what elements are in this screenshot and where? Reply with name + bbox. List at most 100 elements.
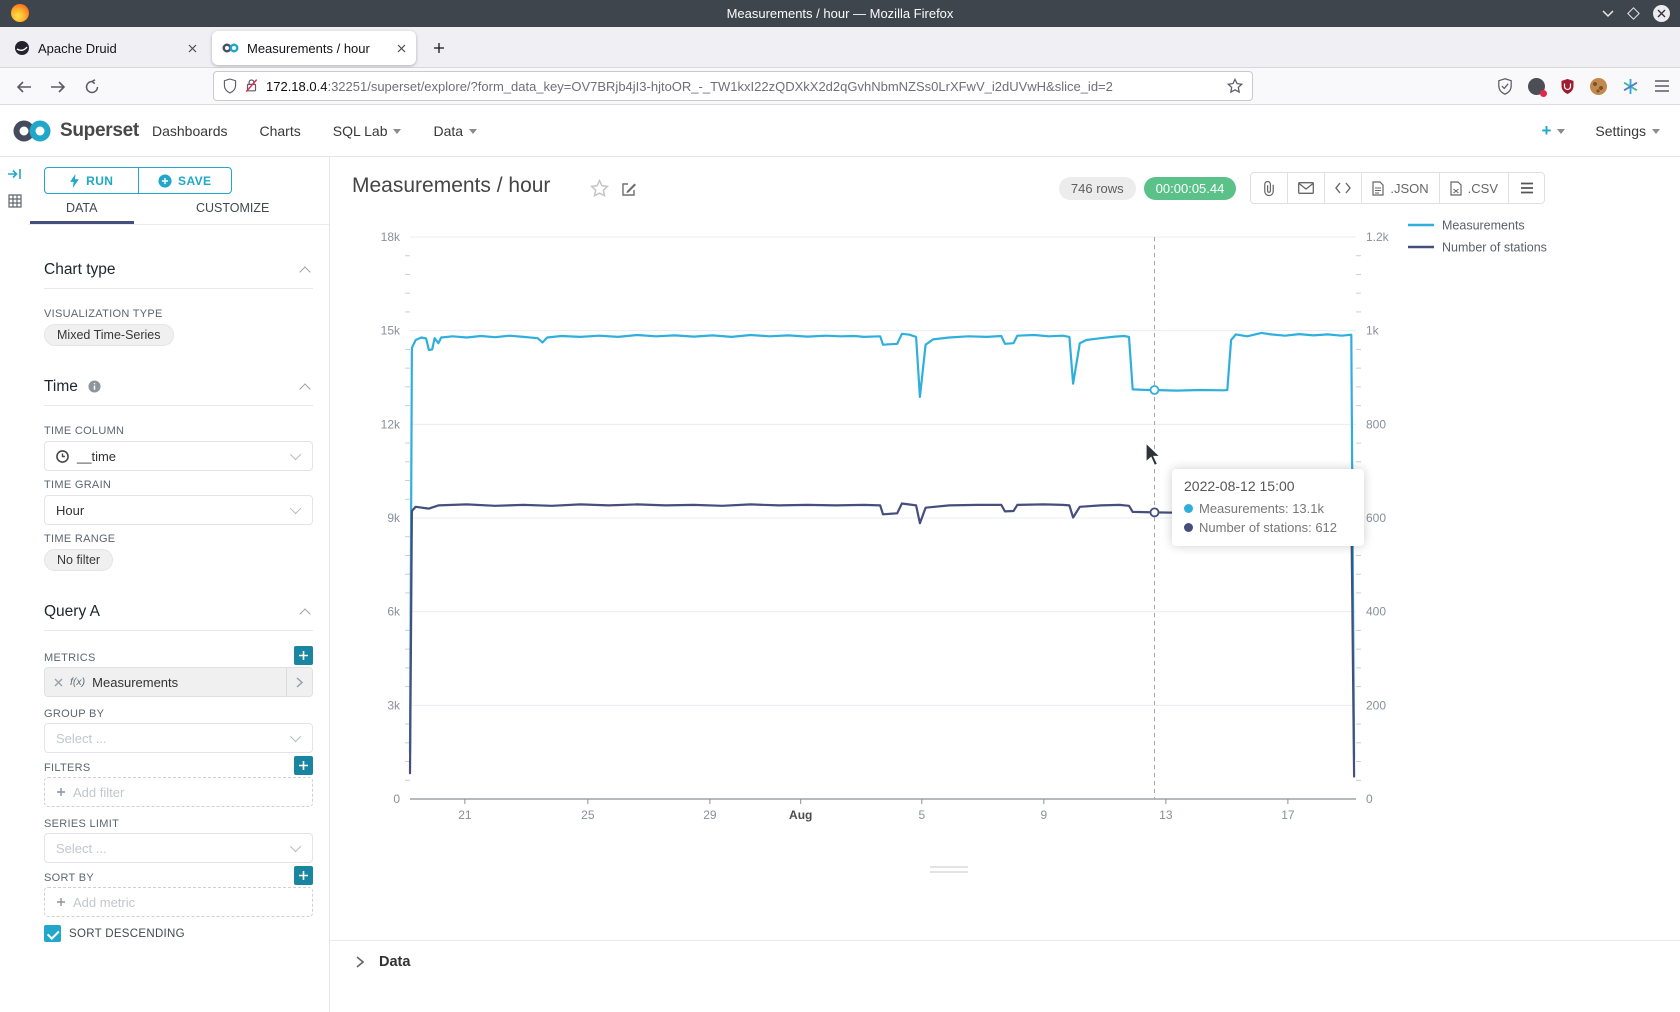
url-path: :32251/superset/explore/?form_data_key=O…: [327, 79, 1112, 94]
tab-label: Measurements / hour: [247, 41, 391, 56]
new-item-button[interactable]: +: [1541, 121, 1565, 141]
add-filter-dropzone[interactable]: Add filter: [44, 777, 313, 807]
nav-sql-lab[interactable]: SQL Lab: [333, 123, 402, 139]
reload-button[interactable]: [80, 75, 104, 99]
clock-icon: [56, 450, 69, 463]
superset-favicon: [222, 42, 239, 54]
forward-button[interactable]: [46, 75, 70, 99]
extension-ublock-icon[interactable]: [1560, 78, 1575, 95]
window-titlebar: Measurements / hour — Mozilla Firefox: [0, 0, 1680, 27]
url-text[interactable]: 172.18.0.4:32251/superset/explore/?form_…: [266, 79, 1219, 94]
new-tab-button[interactable]: [428, 37, 450, 59]
timeseries-chart[interactable]: 18k15k12k9k6k3k01.2k1k800600400200021252…: [330, 215, 1680, 875]
window-minimize-button[interactable]: [1602, 5, 1614, 23]
svg-text:Number of stations: Number of stations: [1442, 241, 1547, 255]
browser-tab-apache-druid[interactable]: Apache Druid: [4, 31, 207, 65]
svg-text:21: 21: [458, 808, 472, 822]
superset-logo-icon: [12, 119, 52, 143]
svg-text:17: 17: [1281, 808, 1295, 822]
nav-data[interactable]: Data: [433, 123, 477, 139]
window-maximize-button[interactable]: [1627, 7, 1640, 20]
chevron-up-icon[interactable]: [299, 266, 310, 277]
tracking-shield-icon[interactable]: [223, 78, 237, 94]
svg-text:1.2k: 1.2k: [1366, 230, 1390, 244]
svg-text:200: 200: [1366, 698, 1386, 712]
extension-cookie-icon[interactable]: [1590, 78, 1607, 95]
menu-hamburger-icon[interactable]: [1654, 79, 1670, 93]
window-close-button[interactable]: [1653, 5, 1670, 22]
favorite-star-icon[interactable]: [590, 179, 609, 198]
chevron-up-icon[interactable]: [299, 608, 310, 619]
url-bar[interactable]: 172.18.0.4:32251/superset/explore/?form_…: [213, 71, 1253, 101]
bookmark-star-icon[interactable]: [1227, 78, 1243, 94]
settings-menu[interactable]: Settings: [1595, 123, 1660, 139]
superset-navbar: Superset Dashboards Charts SQL Lab Data …: [0, 105, 1680, 157]
chart-menu-button[interactable]: [1508, 173, 1544, 203]
svg-text:29: 29: [703, 808, 717, 822]
embed-code-button[interactable]: [1324, 173, 1361, 203]
add-filter-button[interactable]: [294, 756, 313, 775]
section-time[interactable]: Time: [44, 378, 101, 396]
time-grain-select[interactable]: Hour: [44, 495, 313, 525]
browser-tab-measurements-hour[interactable]: Measurements / hour: [212, 31, 416, 65]
menu-bars-icon: [1520, 182, 1534, 194]
export-json-button[interactable]: .JSON: [1361, 173, 1438, 203]
back-button[interactable]: [12, 75, 36, 99]
sort-by-label: SORT BY: [44, 872, 94, 884]
remove-metric-icon[interactable]: [54, 678, 63, 687]
email-button[interactable]: [1287, 173, 1324, 203]
nav-dashboards[interactable]: Dashboards: [152, 123, 228, 139]
section-query-a[interactable]: Query A: [44, 603, 100, 621]
svg-text:12k: 12k: [381, 417, 401, 431]
left-icon-rail: [0, 157, 28, 1012]
add-sort-metric-button[interactable]: [294, 866, 313, 885]
divider: [28, 224, 329, 225]
extension-mask-icon[interactable]: [1528, 78, 1545, 95]
series-limit-label: SERIES LIMIT: [44, 818, 119, 830]
sort-descending-checkbox[interactable]: [44, 925, 61, 942]
svg-text:Aug: Aug: [789, 808, 812, 822]
sort-descending-row: SORT DESCENDING: [44, 925, 185, 942]
collapse-dataset-panel-icon[interactable]: [7, 166, 23, 187]
svg-text:600: 600: [1366, 511, 1386, 525]
panel-resize-handle[interactable]: [930, 866, 968, 876]
edit-title-icon[interactable]: [621, 181, 637, 197]
visualization-type-pill[interactable]: Mixed Time-Series: [44, 324, 174, 346]
insecure-lock-icon[interactable]: [245, 78, 258, 94]
superset-logo[interactable]: Superset: [12, 105, 139, 157]
data-panel-label: Data: [379, 954, 410, 970]
series-limit-select[interactable]: Select ...: [44, 833, 313, 863]
file-icon: [1372, 181, 1384, 196]
time-column-select[interactable]: __time: [44, 441, 313, 471]
metric-item-measurements[interactable]: f(x) Measurements: [44, 667, 313, 697]
data-panel-toggle[interactable]: Data: [356, 954, 410, 970]
tab-customize[interactable]: CUSTOMIZE: [196, 201, 269, 215]
save-button[interactable]: SAVE: [138, 168, 232, 193]
tab-close-icon[interactable]: [188, 44, 197, 53]
sort-descending-label: SORT DESCENDING: [69, 928, 185, 940]
query-timer-badge: 00:00:05.44: [1144, 177, 1237, 200]
export-csv-button[interactable]: .CSV: [1439, 173, 1508, 203]
svg-text:5: 5: [918, 808, 925, 822]
window-title: Measurements / hour — Mozilla Firefox: [0, 6, 1680, 21]
group-by-label: GROUP BY: [44, 708, 104, 720]
tab-close-icon[interactable]: [397, 44, 406, 53]
extension-shield-check-icon[interactable]: [1497, 78, 1513, 95]
group-by-select[interactable]: Select ...: [44, 723, 313, 753]
tab-data[interactable]: DATA: [66, 201, 97, 215]
metric-expand-arrow[interactable]: [286, 668, 312, 696]
chart-tooltip: 2022-08-12 15:00 Measurements: 13.1k Num…: [1172, 469, 1364, 546]
extension-spark-icon[interactable]: [1622, 78, 1639, 95]
divider: [44, 630, 313, 631]
tooltip-row: Number of stations: 612: [1184, 518, 1352, 537]
visualization-type-label: VISUALIZATION TYPE: [44, 308, 163, 320]
run-button[interactable]: RUN: [45, 168, 138, 193]
add-metric-button[interactable]: [294, 646, 313, 665]
copy-link-button[interactable]: [1251, 173, 1287, 203]
time-range-pill[interactable]: No filter: [44, 549, 113, 571]
nav-charts[interactable]: Charts: [260, 123, 301, 139]
section-chart-type[interactable]: Chart type: [44, 261, 116, 279]
chevron-up-icon[interactable]: [299, 383, 310, 394]
add-sort-metric-dropzone[interactable]: Add metric: [44, 887, 313, 917]
dataset-grid-icon[interactable]: [7, 193, 23, 214]
